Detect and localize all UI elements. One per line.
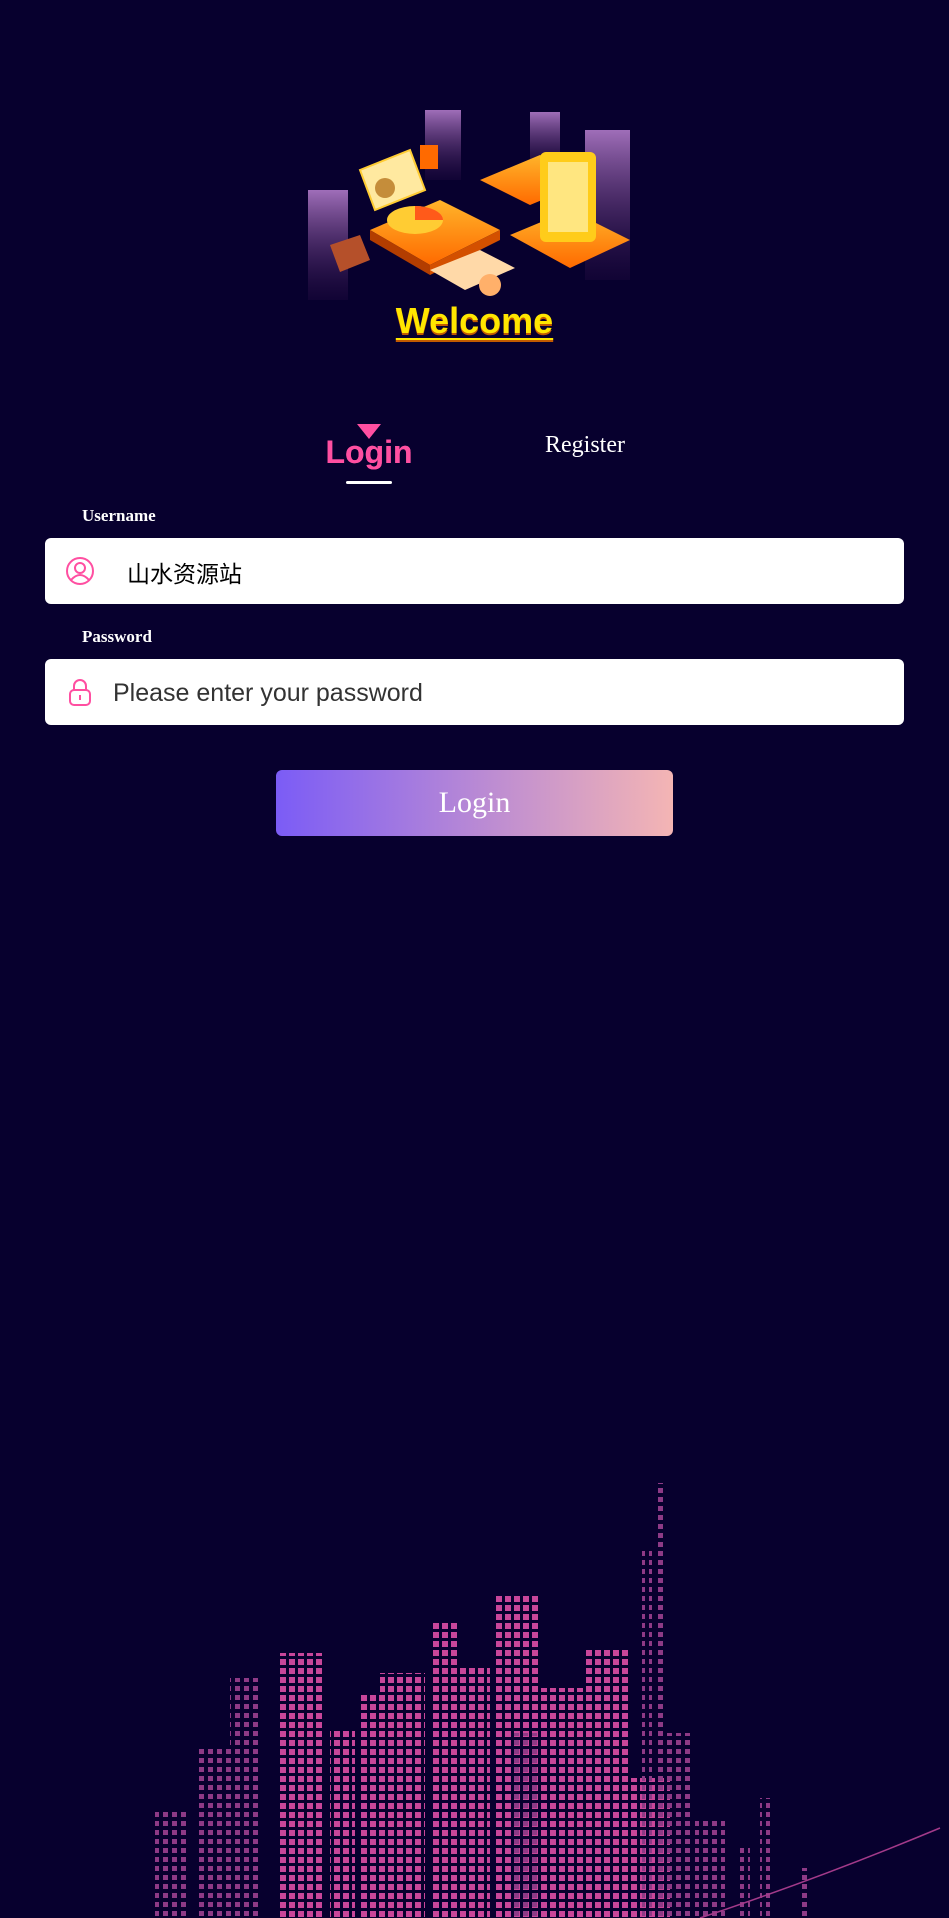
welcome-title: Welcome	[395, 300, 554, 341]
active-tab-indicator-icon	[357, 424, 381, 439]
login-button[interactable]: Login	[276, 770, 673, 836]
lock-icon	[69, 679, 91, 706]
auth-tabs: Login Register	[0, 410, 949, 490]
active-tab-underline	[346, 481, 392, 484]
tab-register[interactable]: Register	[520, 432, 650, 459]
password-field[interactable]	[45, 659, 904, 727]
password-input[interactable]	[111, 659, 875, 727]
user-icon	[66, 557, 94, 585]
username-input[interactable]	[125, 538, 889, 606]
password-label: Password	[82, 627, 152, 646]
tab-login-label: Login	[310, 434, 428, 471]
username-field[interactable]	[45, 538, 904, 606]
city-skyline-background	[155, 1483, 941, 1918]
hero-illustration	[308, 110, 630, 300]
tab-login[interactable]: Login	[310, 424, 428, 484]
username-label: Username	[82, 506, 156, 525]
